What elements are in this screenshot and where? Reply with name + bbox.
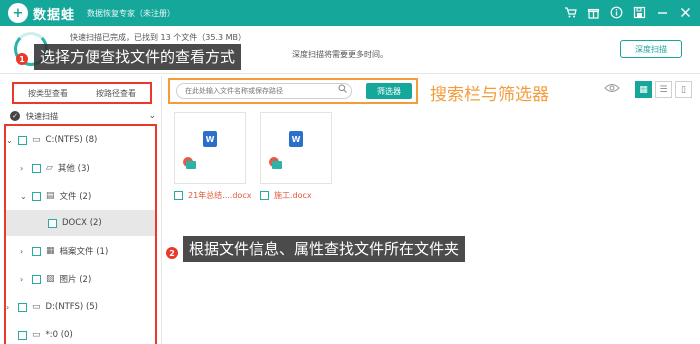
gift-icon[interactable] (585, 4, 602, 21)
chevron-right-icon[interactable]: › (20, 247, 30, 256)
checkbox[interactable] (32, 246, 41, 256)
view-toggle-group: ▦ ☰ ▯ (604, 81, 692, 98)
drive-icon: ▭ (32, 135, 41, 145)
recovered-badge-icon (272, 161, 282, 169)
tree-item-c-drive[interactable]: ⌄ ▭ C:(NTFS) (8) (6, 131, 97, 149)
tree-item-d-drive[interactable]: › ▭ D:(NTFS) (5) (6, 298, 98, 316)
search-filter-bar: 筛选器 (168, 78, 418, 104)
document-icon: ▤ (46, 191, 55, 201)
annotation-view-mode: 选择方便查找文件的查看方式 (34, 44, 242, 70)
checkbox[interactable] (18, 330, 27, 340)
annotation-search-filter: 搜索栏与筛选器 (430, 85, 549, 105)
tree-item-archive[interactable]: › ▦ 档案文件 (1) (20, 242, 108, 260)
left-panel: 按类型查看 按路径查看 ✓ 快速扫描 ⌄ ⌄ ▭ C:(NTFS) (8) › … (0, 76, 162, 344)
checkbox[interactable] (48, 218, 57, 228)
save-icon[interactable] (631, 4, 648, 21)
tree-item-docx[interactable]: DOCX (2) (46, 214, 102, 232)
tree-item-unknown-drive[interactable]: ▭ *:0 (0) (6, 326, 73, 344)
tree-item-label: C:(NTFS) (8) (45, 135, 98, 145)
recovered-badge-icon (186, 161, 196, 169)
word-document-icon: W (203, 131, 217, 147)
cart-icon[interactable] (562, 4, 579, 21)
checkbox[interactable] (32, 163, 41, 173)
scan-hint-text: 深度扫描将需要更多时间。 (292, 50, 388, 59)
checkbox[interactable] (18, 302, 27, 312)
close-icon[interactable] (677, 4, 694, 21)
eye-icon[interactable] (604, 82, 620, 97)
tree-item-images[interactable]: › ▨ 图片 (2) (20, 270, 91, 288)
tree-item-other[interactable]: › ▱ 其他 (3) (20, 159, 90, 177)
tree-item-label: 图片 (2) (59, 275, 92, 285)
tree-item-label: D:(NTFS) (5) (45, 302, 98, 312)
tree-item-label: DOCX (2) (62, 218, 102, 228)
detail-view-icon[interactable]: ▯ (675, 81, 692, 98)
chevron-right-icon[interactable]: › (6, 303, 16, 312)
checkbox[interactable] (32, 191, 41, 201)
tree-item-documents[interactable]: ⌄ ▤ 文件 (2) (20, 187, 91, 205)
word-document-icon: W (289, 131, 303, 147)
file-name-row[interactable]: 施工.docx (260, 190, 312, 201)
app-subtitle: 数据恢复专家（未注册） (87, 8, 176, 18)
checkbox[interactable] (174, 191, 183, 200)
app-name: 数据蛙 (33, 7, 76, 23)
check-icon: ✓ (10, 111, 20, 121)
chevron-right-icon[interactable]: › (20, 275, 30, 284)
drive-icon: ▭ (32, 330, 41, 340)
quick-scan-header[interactable]: ✓ 快速扫描 ⌄ (10, 108, 160, 124)
chevron-down-icon[interactable]: ⌄ (6, 136, 16, 145)
annotation-badge-2: 2 (166, 247, 178, 259)
grid-view-icon[interactable]: ▦ (635, 81, 652, 98)
archive-icon: ▦ (46, 246, 55, 256)
file-card[interactable]: W (174, 112, 246, 184)
checkbox[interactable] (260, 191, 269, 200)
tree-item-label: 其他 (3) (57, 164, 90, 174)
file-name: 21年总结....docx (188, 191, 252, 200)
minimize-icon[interactable] (654, 4, 671, 21)
info-icon[interactable] (608, 4, 625, 21)
annotation-folder-tree: 根据文件信息、属性查找文件所在文件夹 (183, 236, 466, 262)
app-logo: + 数据蛙 (8, 3, 75, 23)
file-name-row[interactable]: 21年总结....docx (174, 190, 251, 201)
checkbox[interactable] (32, 274, 41, 284)
tree-item-label: 文件 (2) (59, 192, 92, 202)
chevron-down-icon[interactable]: ⌄ (20, 192, 30, 201)
chevron-right-icon[interactable]: › (20, 164, 30, 173)
logo-icon: + (8, 3, 28, 23)
tab-by-type[interactable]: 按类型查看 (28, 88, 68, 99)
folder-icon: ▱ (46, 163, 53, 173)
filter-button[interactable]: 筛选器 (366, 83, 412, 99)
drive-icon: ▭ (32, 302, 41, 312)
tab-by-path[interactable]: 按路径查看 (96, 88, 136, 99)
scan-result-text: 快速扫描已完成，已找到 13 个文件（35.3 MB） (70, 33, 247, 42)
search-input[interactable] (176, 83, 352, 99)
checkbox[interactable] (18, 135, 27, 145)
list-view-icon[interactable]: ☰ (655, 81, 672, 98)
image-icon: ▨ (46, 274, 55, 284)
file-name: 施工.docx (274, 191, 312, 200)
quick-scan-label: 快速扫描 (26, 111, 58, 121)
search-icon[interactable] (338, 84, 347, 96)
view-mode-tabs: 按类型查看 按路径查看 (12, 82, 152, 104)
deep-scan-button[interactable]: 深度扫描 (620, 40, 682, 58)
titlebar-icons (562, 4, 694, 21)
tree-item-label: 档案文件 (1) (59, 247, 109, 257)
chevron-down-icon[interactable]: ⌄ (148, 111, 156, 121)
tree-item-label: *:0 (0) (45, 330, 73, 340)
title-bar: + 数据蛙 数据恢复专家（未注册） (0, 0, 700, 26)
file-card[interactable]: W (260, 112, 332, 184)
annotation-badge-1: 1 (16, 53, 28, 65)
